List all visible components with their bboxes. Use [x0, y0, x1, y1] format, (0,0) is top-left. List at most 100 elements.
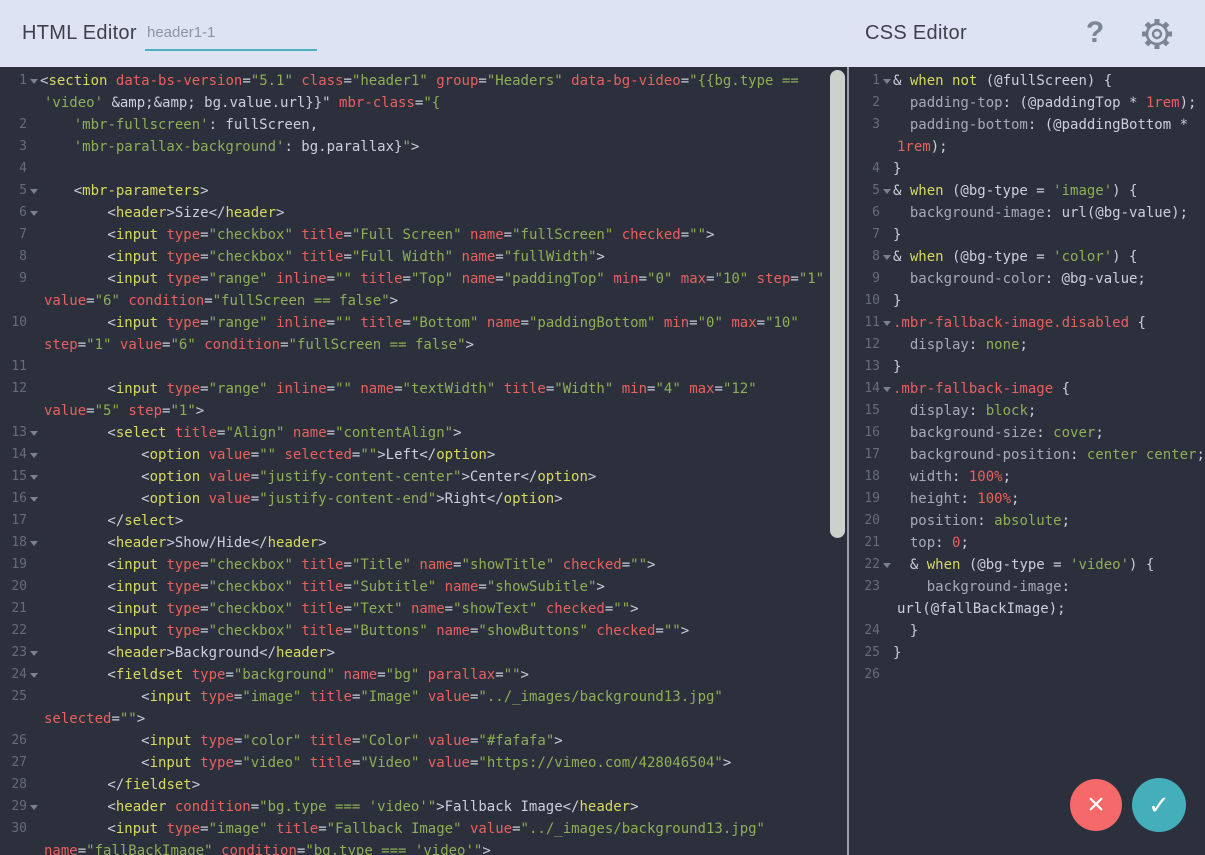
fold-arrow-icon[interactable] [27, 664, 38, 686]
code-line[interactable]: 3 padding-bottom: (@paddingBottom * [849, 114, 1205, 136]
code-line[interactable]: 2 'mbr-fullscreen': fullScreen, [0, 114, 847, 136]
fold-arrow-icon[interactable] [27, 422, 38, 444]
code-text: value="5" step="1"> [38, 400, 204, 422]
fold-arrow-icon[interactable] [27, 70, 38, 92]
code-line[interactable]: 1<section data-bs-version="5.1" class="h… [0, 70, 847, 92]
code-line[interactable]: 8 <input type="checkbox" title="Full Wid… [0, 246, 847, 268]
confirm-button[interactable]: ✓ [1132, 778, 1186, 832]
fold-arrow-icon[interactable] [27, 488, 38, 510]
block-name-input[interactable] [145, 18, 317, 51]
css-code-editor[interactable]: 1& when not (@fullScreen) {2 padding-top… [849, 67, 1205, 855]
code-line[interactable]: 16 <option value="justify-content-end">R… [0, 488, 847, 510]
fold-arrow-icon[interactable] [27, 180, 38, 202]
code-line[interactable]: 22 <input type="checkbox" title="Buttons… [0, 620, 847, 642]
code-line[interactable]: 7 <input type="checkbox" title="Full Scr… [0, 224, 847, 246]
code-text: } [891, 620, 918, 642]
code-line[interactable]: 24 } [849, 620, 1205, 642]
code-line[interactable]: 20 position: absolute; [849, 510, 1205, 532]
code-line[interactable]: 22 & when (@bg-type = 'video') { [849, 554, 1205, 576]
code-line[interactable]: 21 top: 0; [849, 532, 1205, 554]
code-line[interactable]: 1& when not (@fullScreen) { [849, 70, 1205, 92]
code-line[interactable]: 23 background-image: [849, 576, 1205, 598]
code-line[interactable]: 25 <input type="image" title="Image" val… [0, 686, 847, 708]
fold-arrow-icon[interactable] [880, 554, 891, 576]
settings-gear-icon[interactable] [1138, 15, 1176, 53]
code-line[interactable]: 14.mbr-fallback-image { [849, 378, 1205, 400]
code-line[interactable]: 16 background-size: cover; [849, 422, 1205, 444]
code-line[interactable]: step="1" value="6" condition="fullScreen… [0, 334, 847, 356]
fold-arrow-icon[interactable] [880, 70, 891, 92]
fold-arrow-icon[interactable] [27, 202, 38, 224]
cancel-button[interactable]: × [1070, 779, 1122, 831]
code-line[interactable]: 2 padding-top: (@paddingTop * 1rem); [849, 92, 1205, 114]
code-line[interactable]: 10 <input type="range" inline="" title="… [0, 312, 847, 334]
code-line[interactable]: value="6" condition="fullScreen == false… [0, 290, 847, 312]
fold-arrow-icon[interactable] [880, 180, 891, 202]
code-line[interactable]: 15 display: block; [849, 400, 1205, 422]
code-line[interactable]: 15 <option value="justify-content-center… [0, 466, 847, 488]
code-line[interactable]: 11 [0, 356, 847, 378]
code-line[interactable]: 4} [849, 158, 1205, 180]
code-text: <input type="checkbox" title="Title" nam… [38, 554, 655, 576]
code-line[interactable]: 12 <input type="range" inline="" name="t… [0, 378, 847, 400]
line-gutter [0, 840, 38, 855]
code-line[interactable]: 8& when (@bg-type = 'color') { [849, 246, 1205, 268]
fold-arrow-icon[interactable] [880, 312, 891, 334]
code-line[interactable]: 12 display: none; [849, 334, 1205, 356]
code-line[interactable]: 18 width: 100%; [849, 466, 1205, 488]
code-line[interactable]: 6 background-image: url(@bg-value); [849, 202, 1205, 224]
code-line[interactable]: 17 background-position: center center; [849, 444, 1205, 466]
line-number: 4 [849, 158, 880, 180]
code-line[interactable]: 29 <header condition="bg.type === 'video… [0, 796, 847, 818]
code-line[interactable]: name="fallBackImage" condition="bg.type … [0, 840, 847, 855]
code-line[interactable]: 19 height: 100%; [849, 488, 1205, 510]
code-line[interactable]: 23 <header>Background</header> [0, 642, 847, 664]
code-line[interactable]: 6 <header>Size</header> [0, 202, 847, 224]
help-icon[interactable]: ? [1080, 12, 1110, 54]
code-line[interactable]: 5& when (@bg-type = 'image') { [849, 180, 1205, 202]
code-line[interactable]: 26 <input type="color" title="Color" val… [0, 730, 847, 752]
code-line[interactable]: 11.mbr-fallback-image.disabled { [849, 312, 1205, 334]
code-line[interactable]: 25} [849, 642, 1205, 664]
code-line[interactable]: value="5" step="1"> [0, 400, 847, 422]
line-number: 7 [0, 224, 27, 246]
code-line[interactable]: 13} [849, 356, 1205, 378]
fold-arrow-icon[interactable] [27, 796, 38, 818]
fold-arrow-icon[interactable] [880, 246, 891, 268]
code-line[interactable]: 9 <input type="range" inline="" title="T… [0, 268, 847, 290]
code-line[interactable]: 30 <input type="image" title="Fallback I… [0, 818, 847, 840]
code-line[interactable]: 27 <input type="video" title="Video" val… [0, 752, 847, 774]
code-line[interactable]: 21 <input type="checkbox" title="Text" n… [0, 598, 847, 620]
fold-arrow-icon[interactable] [880, 378, 891, 400]
html-editor-scrollbar[interactable] [830, 70, 845, 538]
code-line[interactable]: 20 <input type="checkbox" title="Subtitl… [0, 576, 847, 598]
code-line[interactable]: 24 <fieldset type="background" name="bg"… [0, 664, 847, 686]
fold-arrow-icon[interactable] [27, 532, 38, 554]
code-line[interactable]: 19 <input type="checkbox" title="Title" … [0, 554, 847, 576]
code-line[interactable]: 3 'mbr-parallax-background': bg.parallax… [0, 136, 847, 158]
fold-spacer [880, 598, 891, 620]
code-line[interactable]: 5 <mbr-parameters> [0, 180, 847, 202]
code-line[interactable]: 13 <select title="Align" name="contentAl… [0, 422, 847, 444]
code-line[interactable]: selected=""> [0, 708, 847, 730]
fold-arrow-icon[interactable] [27, 642, 38, 664]
code-line[interactable]: 10} [849, 290, 1205, 312]
html-code-editor[interactable]: 1<section data-bs-version="5.1" class="h… [0, 67, 847, 855]
fold-arrow-icon[interactable] [27, 466, 38, 488]
code-line[interactable]: 9 background-color: @bg-value; [849, 268, 1205, 290]
fold-arrow-icon[interactable] [27, 444, 38, 466]
code-line[interactable]: 'video' &amp;&amp; bg.value.url}}" mbr-c… [0, 92, 847, 114]
code-line[interactable]: 4 [0, 158, 847, 180]
code-line[interactable]: 18 <header>Show/Hide</header> [0, 532, 847, 554]
code-line[interactable]: 26 [849, 664, 1205, 686]
line-gutter: 20 [0, 576, 38, 598]
code-line[interactable]: url(@fallBackImage); [849, 598, 1205, 620]
code-text: display: none; [891, 334, 1028, 356]
code-line[interactable]: 14 <option value="" selected="">Left</op… [0, 444, 847, 466]
code-line[interactable]: 7} [849, 224, 1205, 246]
code-line[interactable]: 1rem); [849, 136, 1205, 158]
code-line[interactable]: 28 </fieldset> [0, 774, 847, 796]
line-gutter: 16 [0, 488, 38, 510]
line-number: 16 [0, 488, 27, 510]
code-line[interactable]: 17 </select> [0, 510, 847, 532]
